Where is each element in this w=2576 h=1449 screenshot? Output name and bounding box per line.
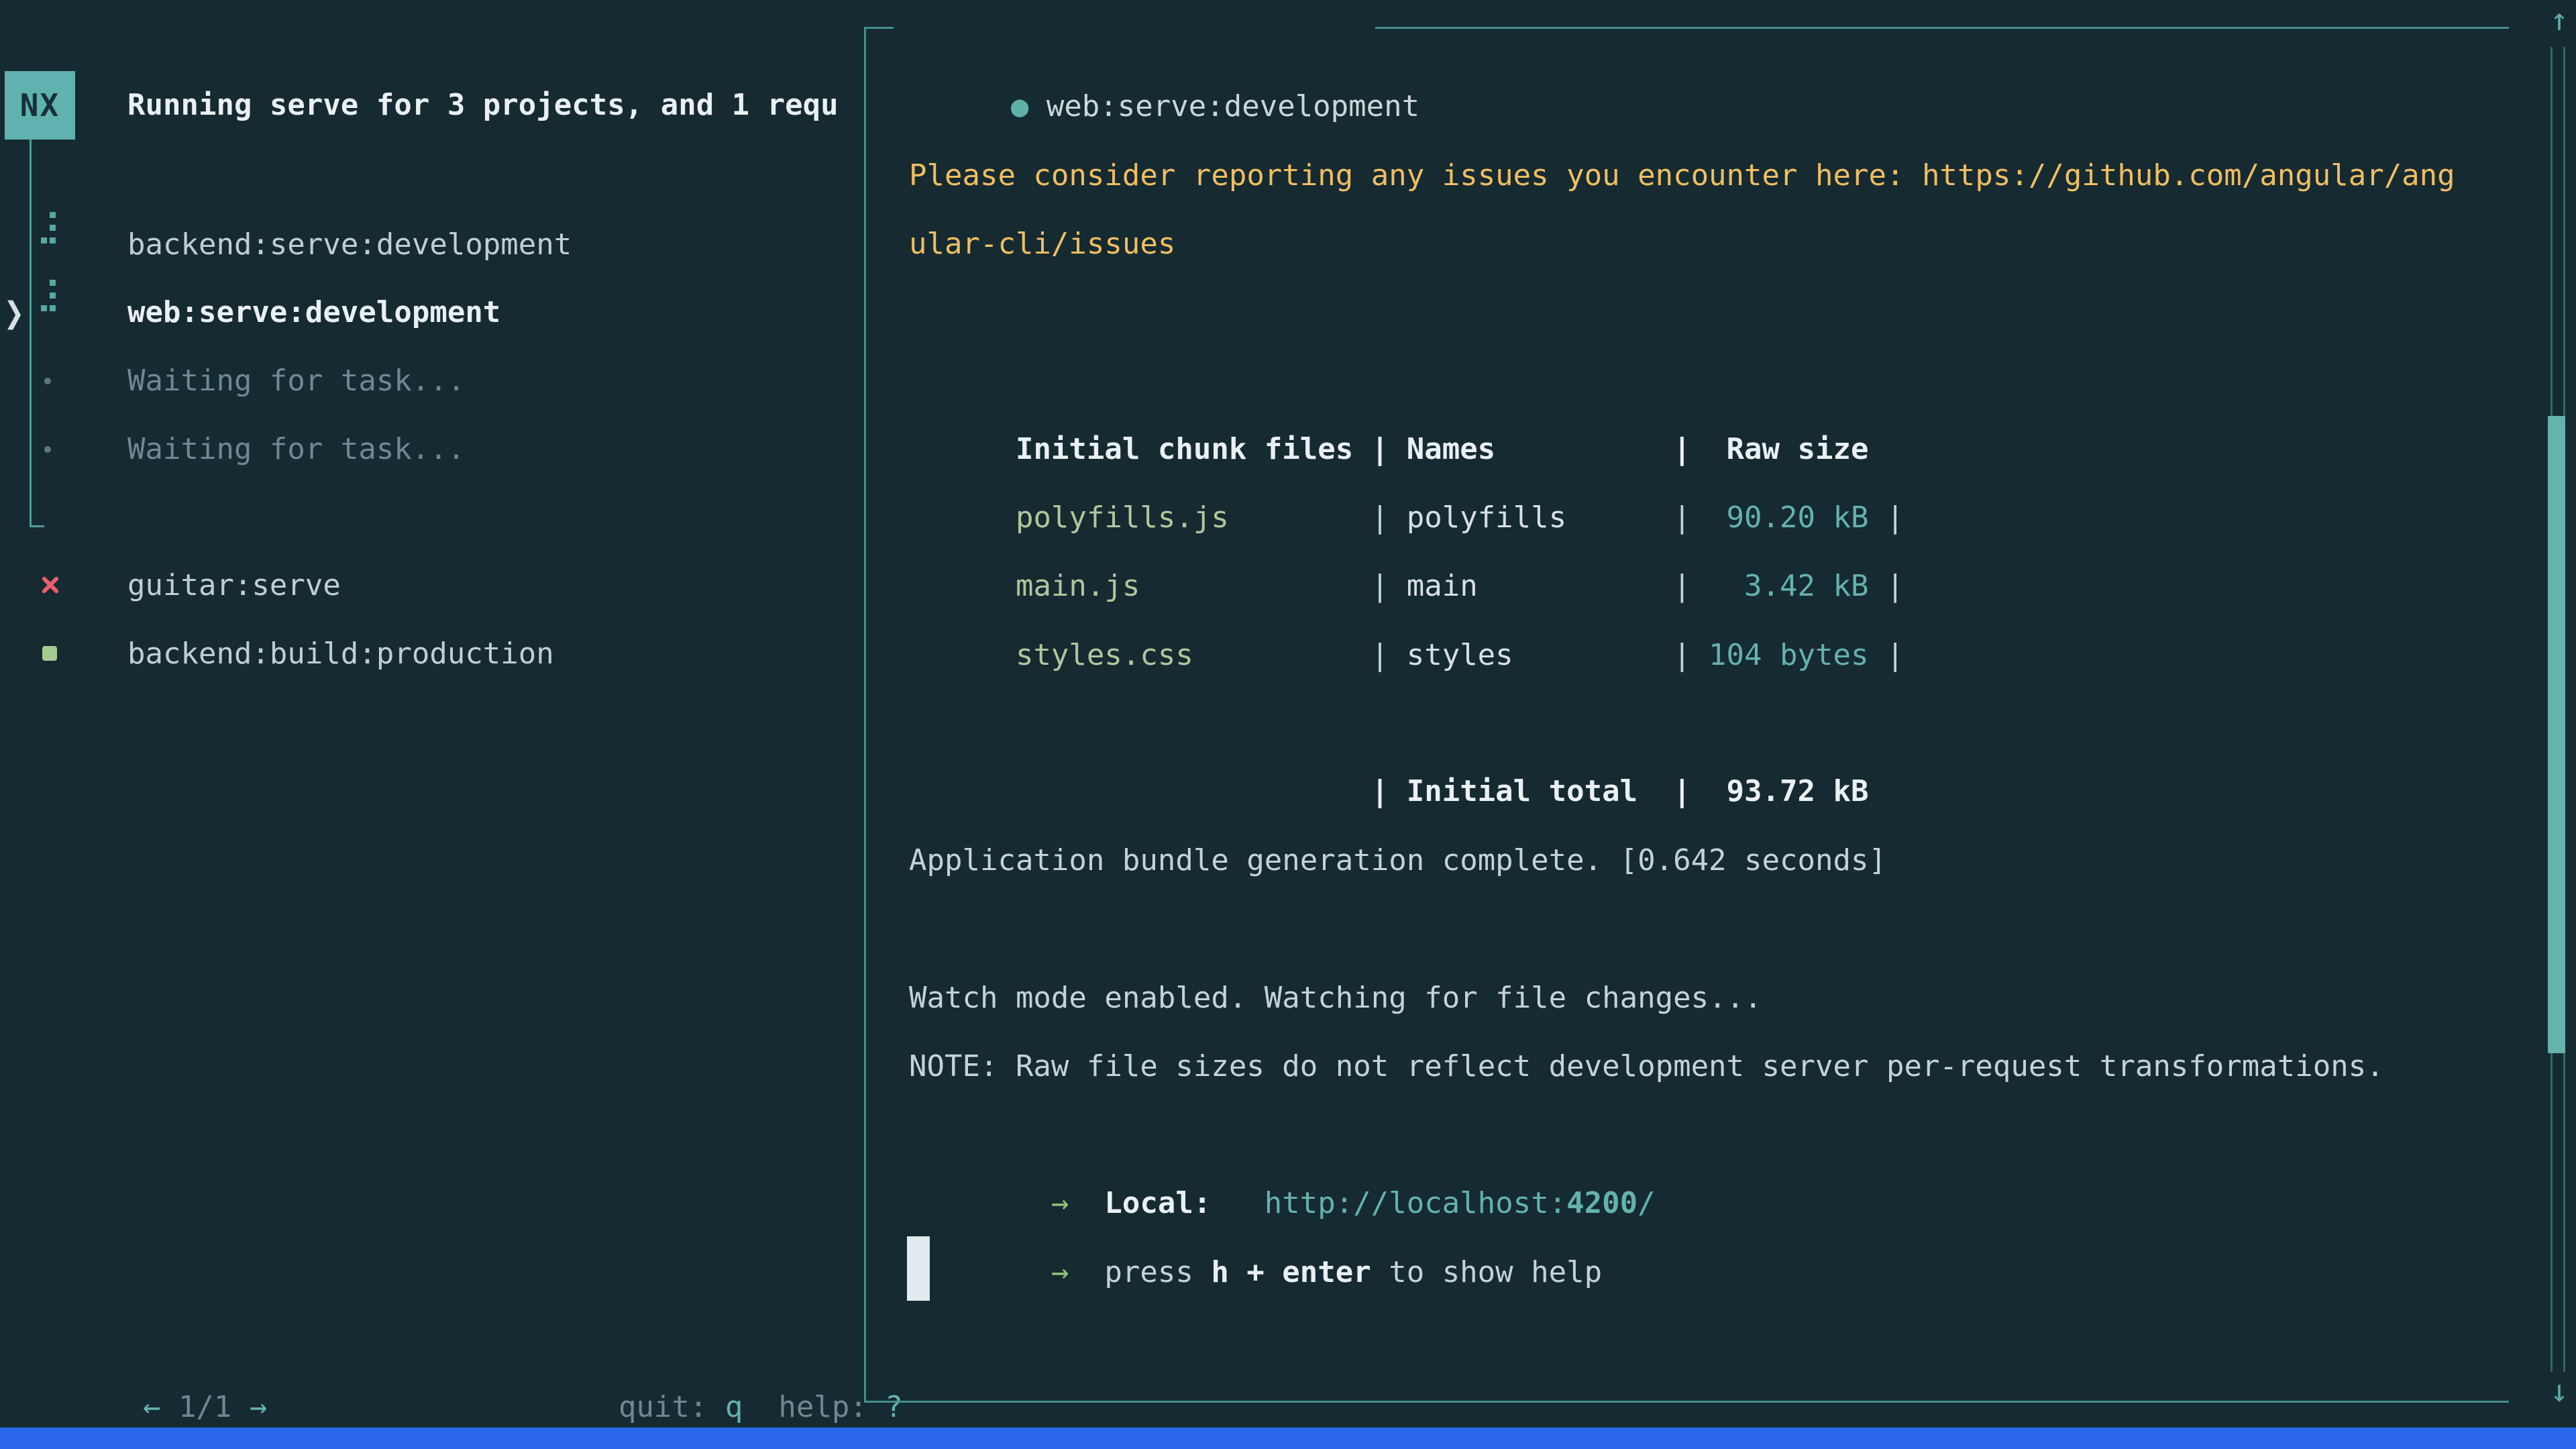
scroll-up-icon[interactable]: ↑	[2544, 4, 2575, 35]
task-row-waiting-2[interactable]: Waiting for task...	[127, 415, 465, 484]
note-line: NOTE: Raw file sizes do not reflect deve…	[909, 1032, 2384, 1101]
task-row-backend-build[interactable]: backend:build:production	[127, 620, 554, 688]
app-title: Running serve for 3 projects, and 1 requ	[127, 71, 859, 140]
next-page-button[interactable]: →	[250, 1390, 268, 1424]
task-row-web-serve[interactable]: web:serve:development	[127, 278, 500, 347]
nx-logo: NX	[5, 71, 75, 140]
chunk-row-styles: styles.css|styles|104 bytes|	[909, 553, 1904, 621]
watch-line: Watch mode enabled. Watching for file ch…	[909, 964, 1762, 1032]
total-label: Initial total	[1407, 757, 1673, 826]
prev-page-button[interactable]: ←	[143, 1390, 161, 1424]
notice-line-1: Please consider reporting any issues you…	[909, 142, 2455, 210]
column-separator: |	[1371, 757, 1407, 826]
shortcut-hints: quit:qhelp:?	[512, 1305, 903, 1373]
local-url-line: →Local:http://localhost:4200/	[909, 1101, 1656, 1169]
help-label: help:	[778, 1390, 867, 1424]
notice-line-2: ular-cli/issues	[909, 210, 1175, 278]
hint-keys: h + enter	[1211, 1255, 1371, 1289]
chunk-row-polyfills: polyfills.js|polyfills|90.20 kB|	[909, 415, 1904, 484]
success-square-icon	[42, 646, 57, 661]
panel-title-row: ●web:serve:development	[894, 4, 1419, 72]
task-row-backend-serve[interactable]: backend:serve:development	[127, 211, 572, 279]
help-key: ?	[885, 1390, 903, 1424]
column-separator: |	[1673, 621, 1690, 690]
panel-title: web:serve:development	[1046, 89, 1419, 123]
chunk-name: styles	[1407, 621, 1673, 690]
chunk-row-main: main.js|main|3.42 kB|	[909, 484, 1904, 552]
panel-border-top	[1375, 27, 2509, 29]
help-hint-line: →pressh + enterto show help	[909, 1170, 1602, 1238]
total-row: |Initial total|93.72 kB	[909, 689, 1868, 757]
hint-pre: press	[1104, 1255, 1193, 1289]
panel-border-bottom	[864, 1401, 2509, 1403]
task-tree-corner	[30, 525, 44, 527]
waiting-dot-icon	[44, 446, 51, 453]
total-size: 93.72 kB	[1691, 757, 1869, 826]
page-indicator: 1/1	[178, 1390, 231, 1424]
task-row-waiting-1[interactable]: Waiting for task...	[127, 347, 465, 415]
chunk-file: styles.css	[1016, 621, 1371, 690]
column-separator: |	[1868, 621, 1904, 690]
pagination: ←1/1→	[36, 1305, 267, 1373]
column-separator: |	[1371, 621, 1407, 690]
task-tree-line	[30, 140, 32, 527]
quit-label: quit:	[619, 1390, 707, 1424]
status-bullet-icon: ●	[1011, 89, 1029, 123]
task-row-guitar-serve[interactable]: guitar:serve	[127, 551, 341, 620]
column-separator: |	[1673, 757, 1690, 826]
scroll-down-icon[interactable]: ↓	[2544, 1375, 2575, 1406]
complete-line: Application bundle generation complete. …	[909, 826, 1886, 895]
chunk-size: 104 bytes	[1691, 621, 1869, 690]
error-x-icon	[40, 576, 59, 594]
scroll-thumb[interactable]	[2548, 416, 2565, 1053]
bottom-status-bar	[0, 1428, 2576, 1449]
chunk-table-header: Initial chunk files|Names|Raw size	[909, 347, 1868, 415]
url-slash: /	[1638, 1186, 1656, 1220]
hint-post: to show help	[1389, 1255, 1602, 1289]
spinner-icon	[41, 280, 56, 312]
arrow-right-icon: →	[1051, 1238, 1069, 1307]
panel-border-left	[864, 27, 866, 1403]
app-window: NX Running serve for 3 projects, and 1 r…	[0, 0, 2576, 1449]
quit-key: q	[725, 1390, 743, 1424]
spinner-icon	[41, 212, 56, 244]
panel-border-top-stub	[864, 27, 894, 29]
selection-chevron-icon: ❯	[4, 272, 24, 354]
terminal-cursor	[907, 1236, 930, 1301]
waiting-dot-icon	[44, 378, 51, 384]
